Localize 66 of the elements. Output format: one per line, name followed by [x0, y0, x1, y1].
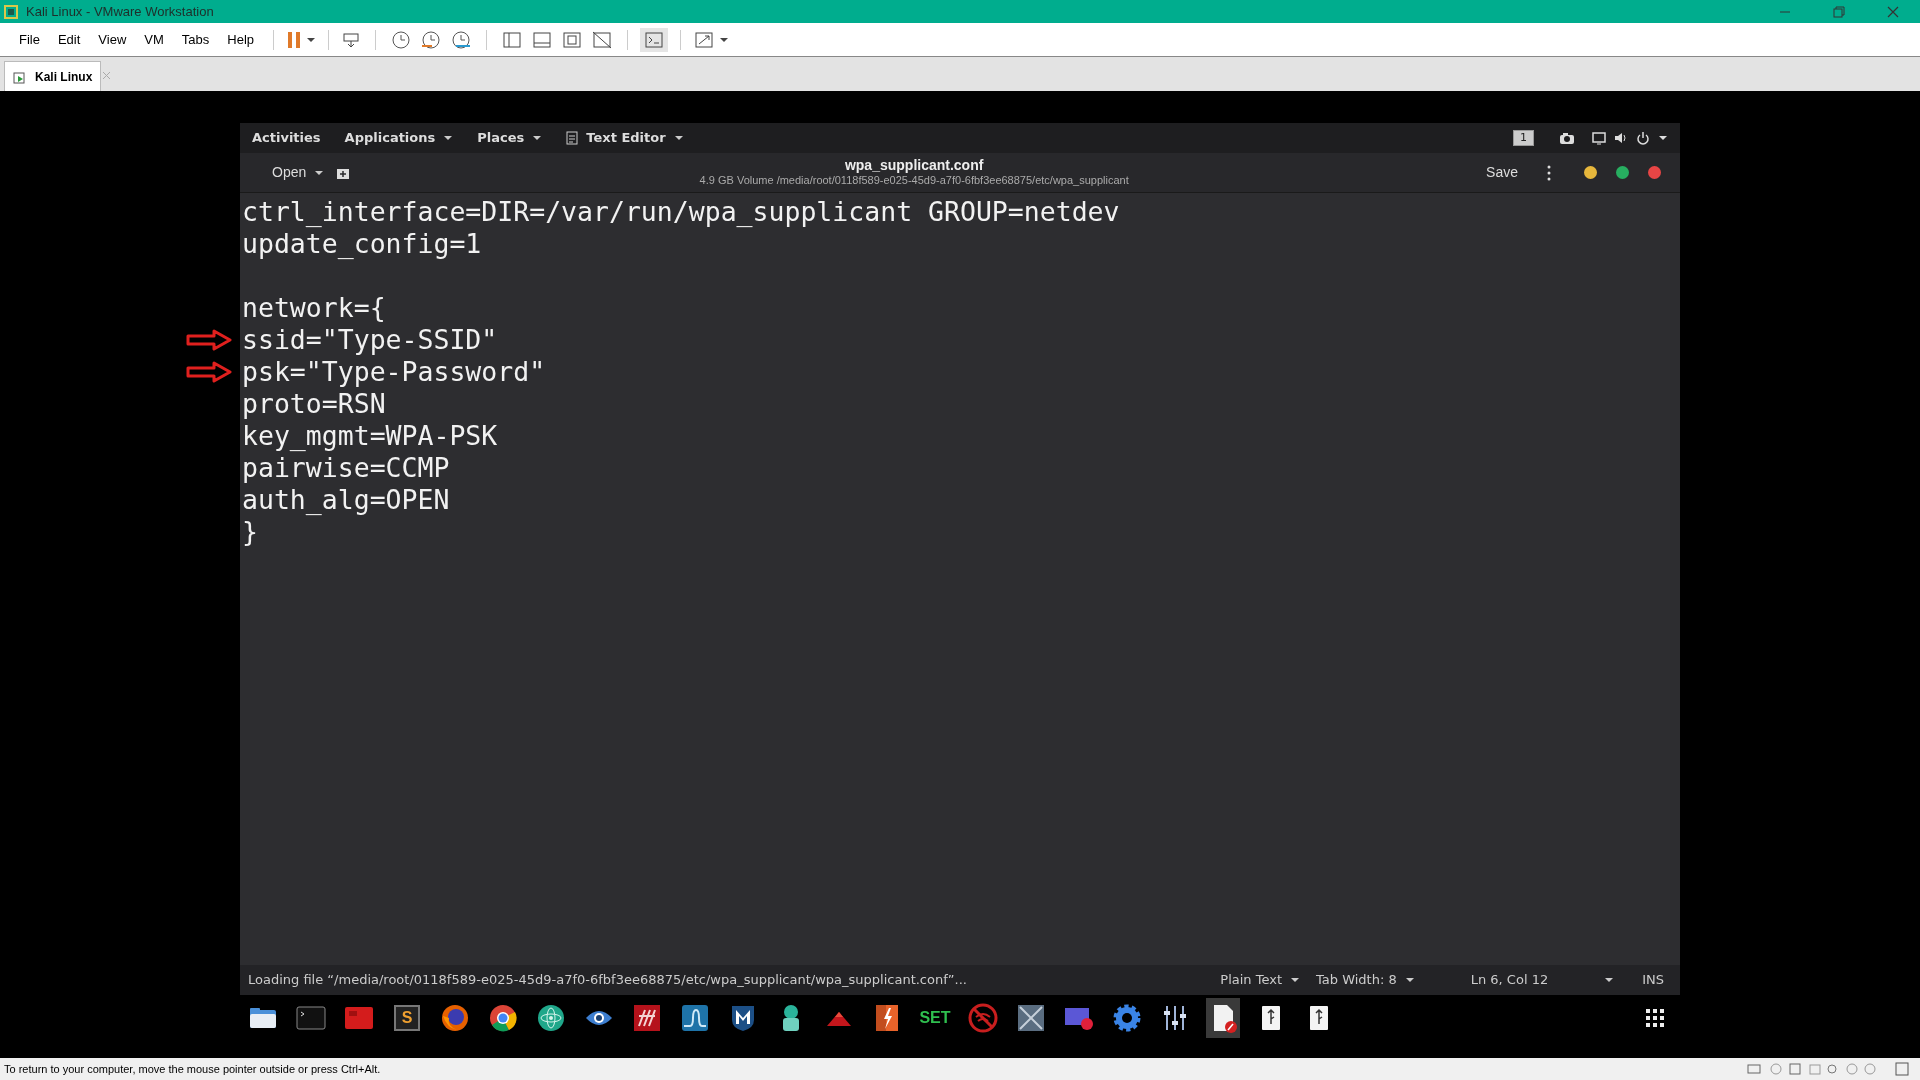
code-line: key_mgmt=WPA-PSK [242, 420, 498, 451]
position-dropdown[interactable] [1604, 976, 1615, 984]
caret-icon [673, 134, 684, 142]
language-dropdown[interactable]: Plain Text [1220, 970, 1300, 990]
window-title: Kali Linux - VMware Workstation [26, 2, 214, 21]
status-message: To return to your computer, move the mouse pointer outside or press Ctrl+Alt. [4, 1061, 381, 1077]
open-button[interactable]: Open [260, 162, 337, 183]
stretch-icon[interactable] [693, 29, 716, 50]
document-icon [566, 131, 579, 145]
fullscreen-icon[interactable] [561, 29, 584, 50]
volume-icon[interactable] [1614, 131, 1628, 145]
activities-button[interactable]: Activities [252, 128, 321, 148]
places-menu[interactable]: Places [477, 128, 543, 148]
vm-tab[interactable]: Kali Linux [4, 61, 102, 91]
code-line: update_config=1 [242, 228, 482, 259]
tab-width-dropdown[interactable]: Tab Width: 8 [1316, 970, 1415, 990]
power-icon[interactable] [1636, 131, 1650, 145]
caret-icon [1604, 976, 1615, 984]
console-button[interactable] [640, 27, 669, 52]
maximize-icon[interactable] [1616, 166, 1629, 179]
app-logo-icon [4, 4, 18, 19]
caret-icon [306, 35, 317, 44]
code-line: proto=RSN [242, 388, 386, 419]
dock-item[interactable] [1206, 997, 1240, 1038]
caret-icon [1658, 134, 1668, 142]
code-line: auth_alg=OPEN [242, 484, 450, 515]
applications-menu[interactable]: Applications [344, 128, 454, 148]
menu-item[interactable]: Edit [50, 25, 88, 54]
document-title: wpa_supplicant.conf [844, 156, 984, 175]
close-icon[interactable] [1648, 166, 1661, 179]
document-path: 4.9 GB Volume /media/root/0118f589-e025-45d9-a7f0-6fbf3ee68875/etc/wpa_supplicant [699, 174, 1129, 189]
menu-item[interactable]: Help [220, 25, 262, 54]
caret-icon [1404, 976, 1415, 984]
code-line: pairwise=CCMP [242, 452, 450, 483]
menu-item[interactable]: File [12, 25, 47, 54]
code-line: ssid="Type-SSID" [242, 324, 498, 355]
workspace-indicator[interactable]: 1 [1513, 130, 1534, 146]
no-wifi-icon [967, 1001, 999, 1034]
menu-item[interactable]: Tabs [174, 25, 217, 54]
insert-mode: INS [1642, 971, 1664, 990]
vm-icon [13, 69, 27, 84]
app-grid-icon[interactable] [1646, 1008, 1664, 1027]
caret-icon [719, 35, 730, 44]
code-line: ctrl_interface=DIR=/var/run/wpa_supplicant GROUP=netdev [242, 196, 1120, 227]
menu-item[interactable]: VM [137, 25, 171, 54]
caret-icon [1290, 976, 1300, 984]
app-menu[interactable]: Text Editor [566, 128, 684, 148]
screen-icon[interactable] [1592, 131, 1606, 145]
camera-icon[interactable] [1558, 131, 1576, 145]
code-line: network={ [242, 292, 386, 323]
dock-item[interactable]: SET [918, 997, 952, 1038]
more-options-icon[interactable] [1546, 164, 1552, 181]
code-line: psk="Type-Password" [242, 356, 546, 387]
menu-item[interactable]: View [91, 25, 134, 54]
console-icon [644, 30, 665, 49]
save-button[interactable]: Save [1478, 162, 1526, 183]
caret-icon [314, 168, 325, 177]
minimize-icon[interactable] [1584, 166, 1597, 179]
pause-icon[interactable] [286, 29, 303, 50]
bottom-bar-view-icon[interactable] [531, 29, 554, 50]
caret-icon [532, 134, 543, 142]
code-line: } [242, 516, 258, 547]
sidebar-view-icon[interactable] [501, 29, 524, 50]
status-message: Loading file “/media/root/0118f589-e025-45d9-a7f0-6fbf3ee68875/etc/wpa_supplicant/wpa_supplicant.conf”... [248, 971, 967, 990]
cursor-position: Ln 6, Col 12 [1470, 971, 1549, 990]
caret-icon [443, 134, 454, 142]
